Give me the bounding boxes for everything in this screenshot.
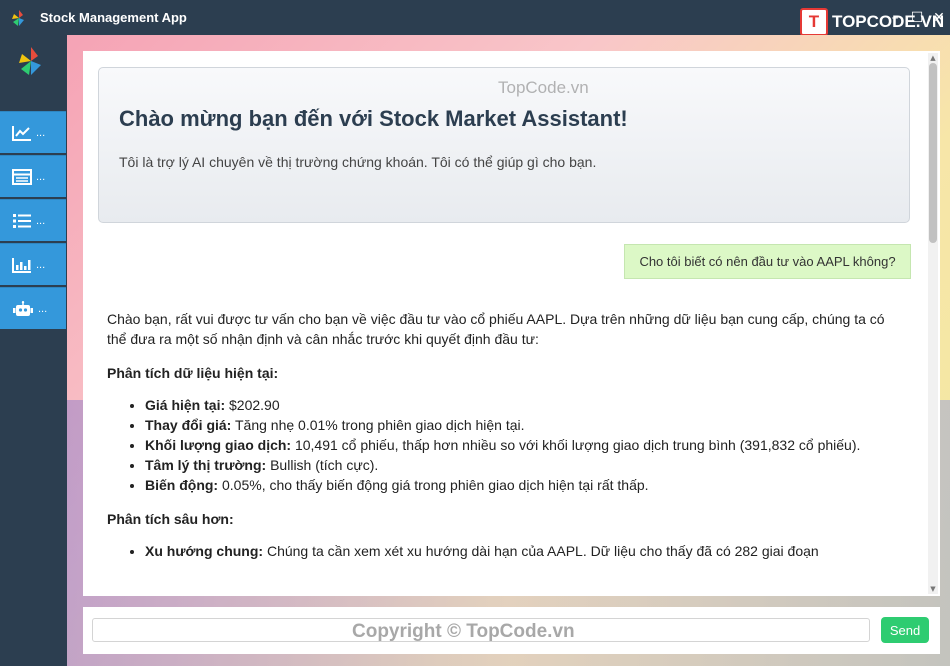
scroll-up-arrow-icon[interactable]: ▲ [928, 53, 938, 63]
sidebar-item-bar-chart[interactable]: ... [0, 243, 66, 285]
sidebar-logo-icon [15, 45, 47, 77]
line-chart-icon [12, 125, 32, 141]
analysis-list: Xu hướng chung: Chúng ta cần xem xét xu … [107, 541, 902, 561]
message-input-bar: Send [83, 607, 940, 654]
scroll-down-arrow-icon[interactable]: ▼ [928, 584, 938, 594]
sidebar-item-label: ... [36, 126, 46, 139]
chat-history-panel[interactable]: Chào mừng bạn đến với Stock Market Assis… [83, 51, 940, 596]
list-item: Tâm lý thị trường: Bullish (tích cực). [145, 455, 902, 475]
send-button[interactable]: Send [881, 617, 929, 643]
sidebar-item-stock-chart[interactable]: ... [0, 111, 66, 153]
welcome-card: Chào mừng bạn đến với Stock Market Assis… [98, 67, 910, 223]
sidebar-item-list[interactable]: ... [0, 199, 66, 241]
app-logo-icon [10, 9, 28, 27]
scrollbar-thumb[interactable] [929, 63, 937, 243]
message-input[interactable] [92, 618, 870, 642]
welcome-title: Chào mừng bạn đến với Stock Market Assis… [119, 106, 628, 131]
table-list-icon [12, 168, 32, 185]
sidebar-item-table[interactable]: ... [0, 155, 66, 197]
bar-chart-icon [12, 257, 32, 273]
section-heading: Phân tích dữ liệu hiện tại: [107, 365, 279, 381]
sidebar-item-label: ... [36, 170, 46, 183]
analysis-list: Giá hiện tại: $202.90 Thay đổi giá: Tăng… [107, 395, 902, 495]
welcome-subtitle: Tôi là trợ lý AI chuyên về thị trường ch… [119, 154, 597, 170]
section-heading: Phân tích sâu hơn: [107, 511, 234, 527]
list-item: Khối lượng giao dịch: 10,491 cổ phiếu, t… [145, 435, 902, 455]
sidebar-item-label: ... [36, 214, 46, 227]
assistant-message: Chào bạn, rất vui được tư vấn cho bạn về… [97, 299, 912, 596]
robot-icon [12, 300, 34, 317]
topcode-logo-icon: T [800, 8, 828, 36]
sidebar-item-label: ... [36, 258, 46, 271]
assistant-intro: Chào bạn, rất vui được tư vấn cho bạn về… [107, 311, 885, 347]
sidebar-item-label: ... [38, 302, 48, 315]
sidebar: ... ... ... ... ... [0, 35, 67, 666]
list-item: Biến động: 0.05%, cho thấy biến động giá… [145, 475, 902, 495]
list-item: Xu hướng chung: Chúng ta cần xem xét xu … [145, 541, 902, 561]
sidebar-item-ai-assistant[interactable]: ... [0, 287, 66, 329]
list-icon [12, 213, 32, 229]
chat-scrollbar[interactable]: ▲ ▼ [928, 53, 938, 594]
list-item: Giá hiện tại: $202.90 [145, 395, 902, 415]
topcode-brand-watermark: T TOPCODE.VN [800, 8, 944, 36]
user-message-bubble: Cho tôi biết có nên đầu tư vào AAPL khôn… [624, 244, 911, 279]
list-item: Thay đổi giá: Tăng nhẹ 0.01% trong phiên… [145, 415, 902, 435]
window-title: Stock Management App [40, 10, 187, 25]
